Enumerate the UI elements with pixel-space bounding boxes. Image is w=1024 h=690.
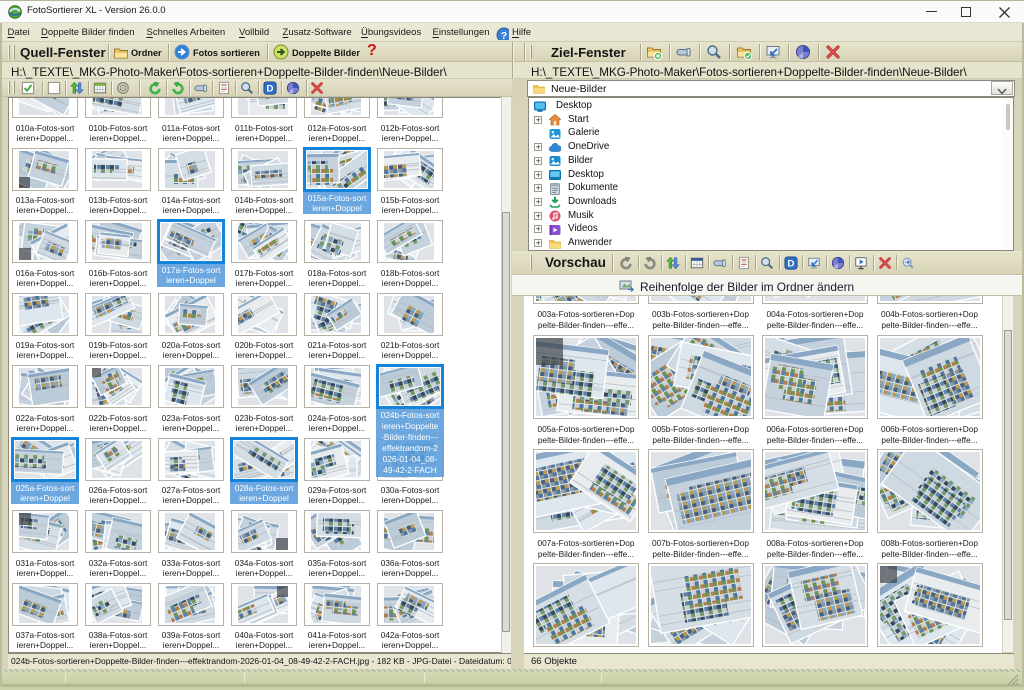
svg-text:?: ? bbox=[501, 30, 507, 40]
svg-text:D: D bbox=[267, 84, 274, 95]
svg-text:D: D bbox=[787, 259, 794, 270]
